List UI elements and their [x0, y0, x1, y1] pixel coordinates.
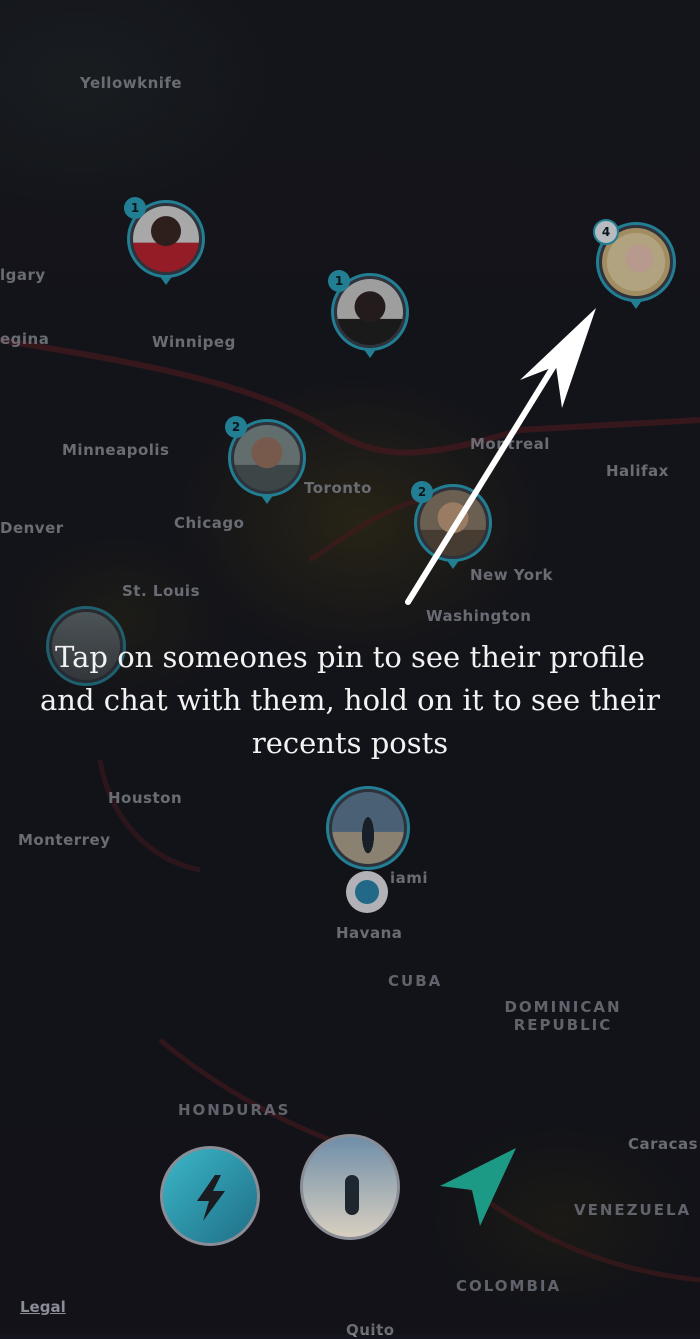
navigation-arrow-icon[interactable]: [438, 1146, 518, 1230]
user-photo: [345, 1175, 359, 1215]
tutorial-hint-text: Tap on someones pin to see their profile…: [40, 640, 660, 760]
lightning-button[interactable]: [160, 1146, 260, 1246]
profile-photo-button[interactable]: [300, 1134, 400, 1240]
legal-link[interactable]: Legal: [20, 1298, 66, 1316]
lightning-icon: [197, 1175, 225, 1221]
